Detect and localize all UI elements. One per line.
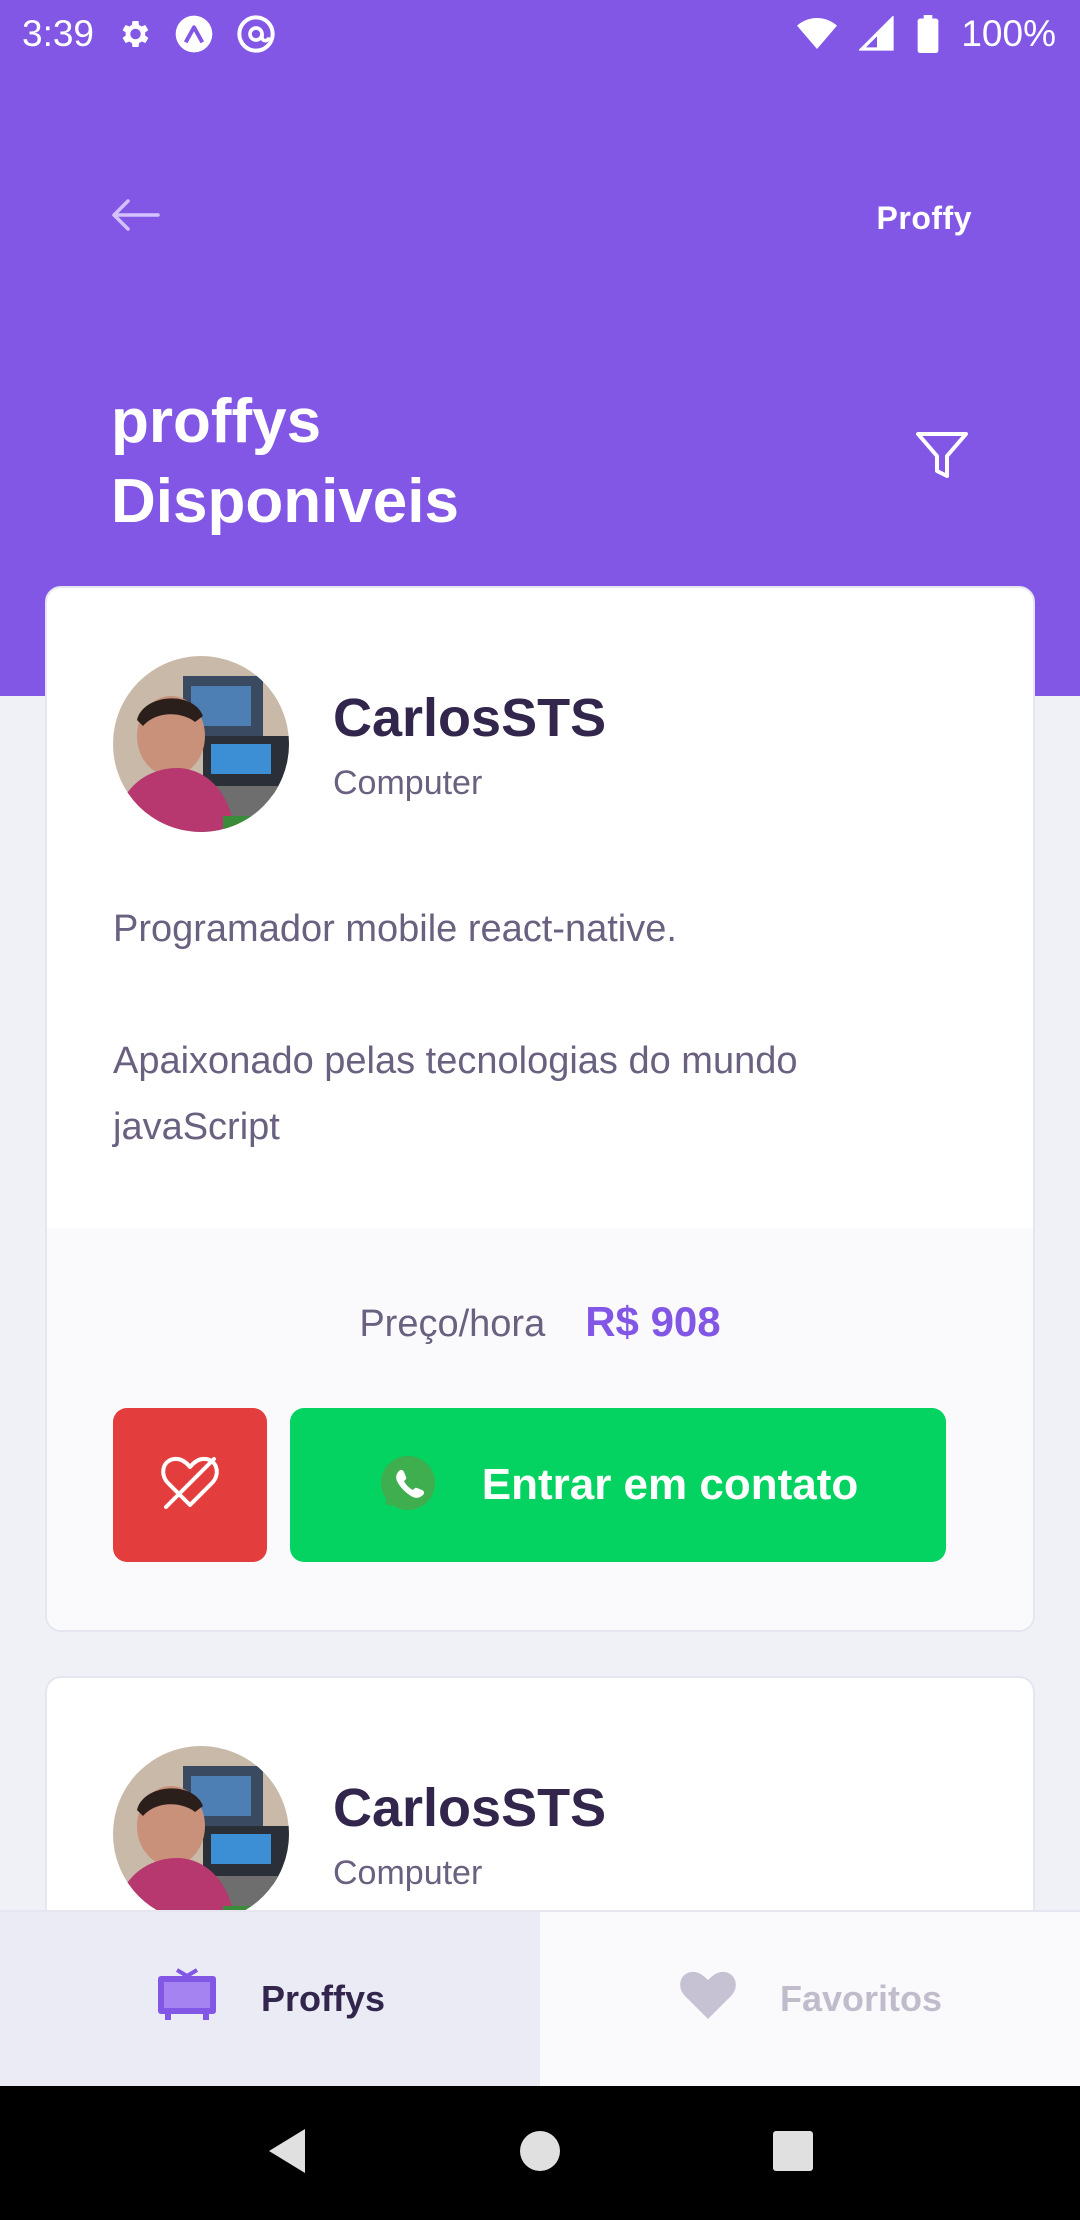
battery-icon bbox=[917, 15, 939, 53]
bio-paragraph: Apaixonado pelas tecnologias do mundo ja… bbox=[113, 1040, 798, 1148]
system-navigation-bar bbox=[0, 2086, 1080, 2220]
title-line-1: proffys bbox=[111, 387, 322, 456]
title-line-2: Disponiveis bbox=[111, 467, 459, 536]
teacher-name: CarlosSTS bbox=[333, 687, 607, 748]
contact-button[interactable]: Entrar em contato bbox=[290, 1408, 946, 1562]
nav-home-button[interactable] bbox=[500, 2113, 580, 2193]
tv-icon bbox=[155, 1967, 219, 2031]
tab-favoritos[interactable]: Favoritos bbox=[540, 1912, 1080, 2086]
avatar bbox=[113, 1746, 289, 1922]
teacher-name: CarlosSTS bbox=[333, 1777, 607, 1838]
teacher-profile: CarlosSTS Computer bbox=[113, 1746, 606, 1922]
contact-label: Entrar em contato bbox=[481, 1460, 859, 1509]
price-value: R$ 908 bbox=[585, 1298, 721, 1345]
nav-back-button[interactable] bbox=[247, 2113, 327, 2193]
home-circle-icon bbox=[519, 2130, 561, 2177]
at-sign-icon bbox=[236, 14, 276, 54]
back-button[interactable] bbox=[108, 190, 162, 244]
price-label: Preço/hora bbox=[359, 1303, 546, 1345]
avatar bbox=[113, 656, 289, 832]
teacher-bio: Programador mobile react-native. Apaixon… bbox=[113, 896, 963, 1160]
heart-icon bbox=[678, 1969, 738, 2030]
teacher-subject: Computer bbox=[333, 763, 483, 802]
battery-percentage: 100% bbox=[961, 13, 1056, 54]
teacher-profile: CarlosSTS Computer bbox=[113, 656, 606, 832]
gear-icon bbox=[116, 16, 152, 52]
bio-paragraph: Programador mobile react-native. bbox=[113, 908, 677, 950]
bottom-tab-bar: Proffys Favoritos bbox=[0, 1910, 1080, 2086]
filter-icon bbox=[915, 431, 969, 486]
page-title: proffys Disponiveis bbox=[111, 382, 711, 542]
tab-label: Favoritos bbox=[779, 1978, 943, 2019]
wifi-icon bbox=[797, 16, 838, 52]
heart-off-icon bbox=[160, 1455, 220, 1516]
teacher-subject: Computer bbox=[333, 1853, 483, 1892]
arrow-left-icon bbox=[110, 198, 160, 237]
brand-logo: Proffy bbox=[876, 200, 972, 236]
tab-proffys[interactable]: Proffys bbox=[0, 1912, 540, 2086]
signal-icon bbox=[859, 16, 895, 52]
back-triangle-icon bbox=[265, 2127, 309, 2180]
recents-square-icon bbox=[773, 2130, 814, 2176]
card-footer: Preço/hora R$ 908 Entrar em contato bbox=[47, 1228, 1033, 1630]
nav-recents-button[interactable] bbox=[753, 2113, 833, 2193]
status-bar: 3:39 100% bbox=[0, 0, 1080, 68]
whatsapp-icon bbox=[378, 1453, 438, 1518]
price-row: Preço/hora R$ 908 bbox=[47, 1298, 1033, 1346]
tab-label: Proffys bbox=[260, 1978, 386, 2019]
expo-icon bbox=[174, 14, 214, 54]
status-time: 3:39 bbox=[22, 13, 95, 54]
unfavorite-button[interactable] bbox=[113, 1408, 267, 1562]
filter-button[interactable] bbox=[912, 428, 972, 488]
teacher-card: CarlosSTS Computer Programador mobile re… bbox=[45, 586, 1035, 1632]
